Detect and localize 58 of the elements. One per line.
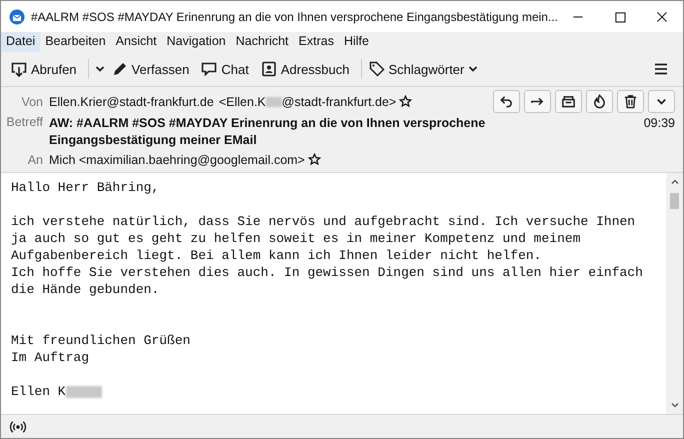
to-label: An <box>26 152 44 166</box>
redaction-block <box>266 96 282 106</box>
subject-label: Betreff <box>5 115 44 129</box>
menu-item[interactable]: Hilfe <box>338 32 374 52</box>
forward-button[interactable] <box>524 90 551 113</box>
redaction-block <box>66 386 102 398</box>
reply-button[interactable] <box>493 90 520 113</box>
junk-button[interactable] <box>586 90 613 113</box>
sender-address-start: <Ellen.K <box>218 94 266 108</box>
recipient[interactable]: Mich <maximilian.baehring@googlemail.com> <box>49 152 305 166</box>
sender-address-end: @stadt-frankfurt.de> <box>282 94 396 108</box>
pencil-icon <box>112 61 128 77</box>
chevron-down-icon <box>94 64 105 74</box>
addressbook-button[interactable]: Adressbuch <box>256 57 358 81</box>
compose-button[interactable]: Verfassen <box>108 57 198 81</box>
scroll-thumb[interactable] <box>670 193 679 209</box>
chat-button[interactable]: Chat <box>197 57 257 81</box>
from-label: Von <box>20 94 44 108</box>
window-title: #AALRM #SOS #MAYDAY Erinenrung an die von Ihnen versprochene Eingangsbestätigung mein... <box>31 10 557 24</box>
trash-icon <box>623 94 638 109</box>
get-button[interactable]: Abrufen <box>7 57 85 81</box>
menu-icon[interactable] <box>653 61 669 77</box>
scroll-down-icon[interactable] <box>670 400 680 410</box>
menu-item[interactable]: Datei <box>1 32 40 52</box>
message-line: ich verstehe natürlich, dass Sie nervös und aufgebracht sind. Ich versuche Ihnen <box>11 213 636 230</box>
archive-button[interactable] <box>555 90 582 113</box>
tags-button[interactable]: Schlagwörter <box>364 57 486 81</box>
menu-item[interactable]: Extras <box>294 32 339 52</box>
menu-item[interactable]: Ansicht <box>110 32 162 52</box>
message-line: Ich hoffe Sie verstehen dies auch. In gewissen Dingen sind uns allen hier einfach <box>11 264 643 281</box>
address-book-icon <box>260 61 277 77</box>
chevron-down-icon <box>468 64 478 74</box>
online-status-icon[interactable] <box>9 420 27 434</box>
message-line: Ellen K <box>11 383 66 400</box>
subject-text: AW: #AALRM #SOS #MAYDAY Erinenrung an die von Ihnen versprochene Eingangsbestätigung meiner EMail <box>49 115 486 149</box>
message-line: Im Auftrag <box>11 349 90 366</box>
menu-item[interactable]: Bearbeiten <box>40 32 111 52</box>
message-line: ja auch so gut es geht zu helfen soweit es in meiner Kompetenz und meinem <box>11 230 580 247</box>
star-icon[interactable] <box>308 153 321 166</box>
archive-box-icon <box>561 94 576 109</box>
tag-icon <box>368 61 384 77</box>
menu-item[interactable]: Nachricht <box>230 32 294 52</box>
message-line: Hallo Herr Bähring, <box>11 179 160 196</box>
reply-arrow-icon <box>499 94 514 109</box>
delete-button[interactable] <box>617 90 644 113</box>
app-logo-icon <box>9 8 25 24</box>
message-line: Aufgabenbereich liegt. Bei allem kann ich Ihnen leider nicht helfen. <box>11 247 542 264</box>
message-time: 09:39 <box>642 115 675 132</box>
more-button[interactable] <box>648 90 675 113</box>
message-line: Mit freundlichen Grüßen <box>11 332 190 349</box>
sender-name[interactable]: Ellen.Krier@stadt-frankfurt.de <box>49 94 214 108</box>
message-line: die Hände gebunden. <box>11 281 160 298</box>
menu-item[interactable]: Navigation <box>162 32 231 52</box>
flame-icon <box>592 94 607 109</box>
download-icon <box>11 61 27 77</box>
scrollbar[interactable] <box>666 173 683 414</box>
chat-icon <box>201 61 218 77</box>
star-icon[interactable] <box>399 95 412 108</box>
